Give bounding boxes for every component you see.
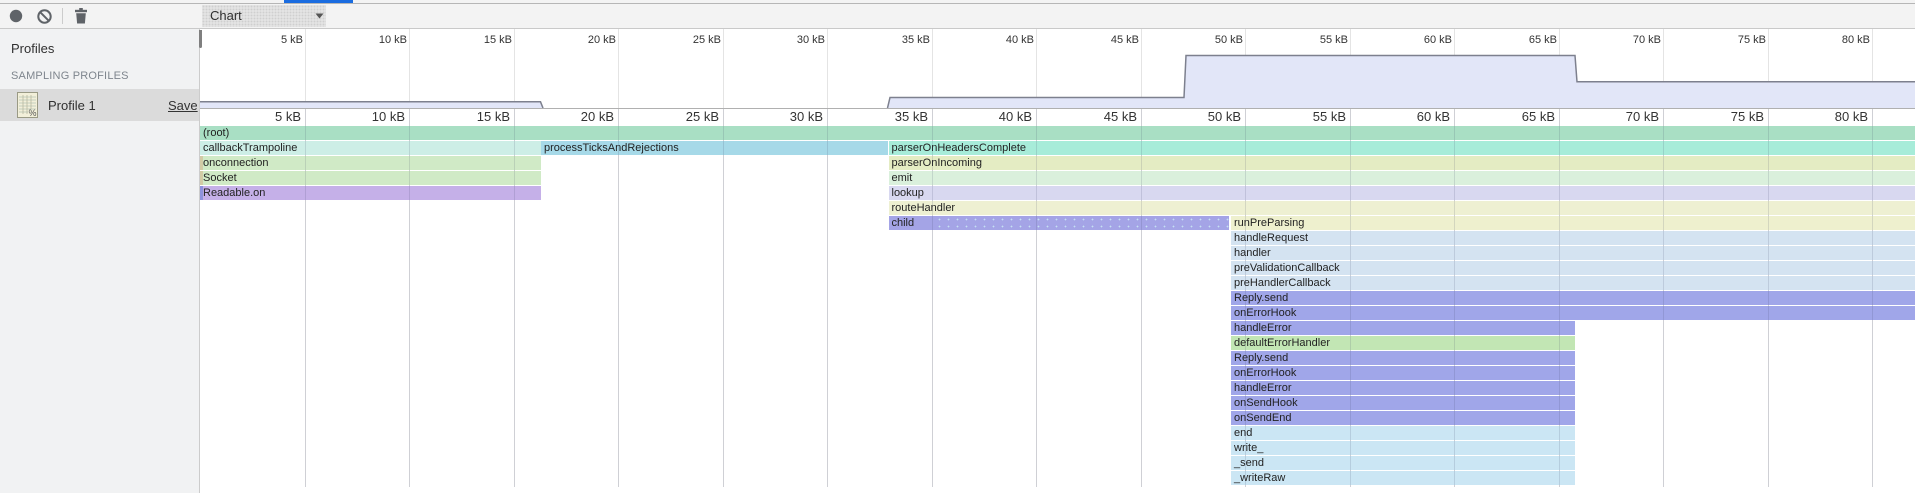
svg-text:%: % [29,108,37,118]
